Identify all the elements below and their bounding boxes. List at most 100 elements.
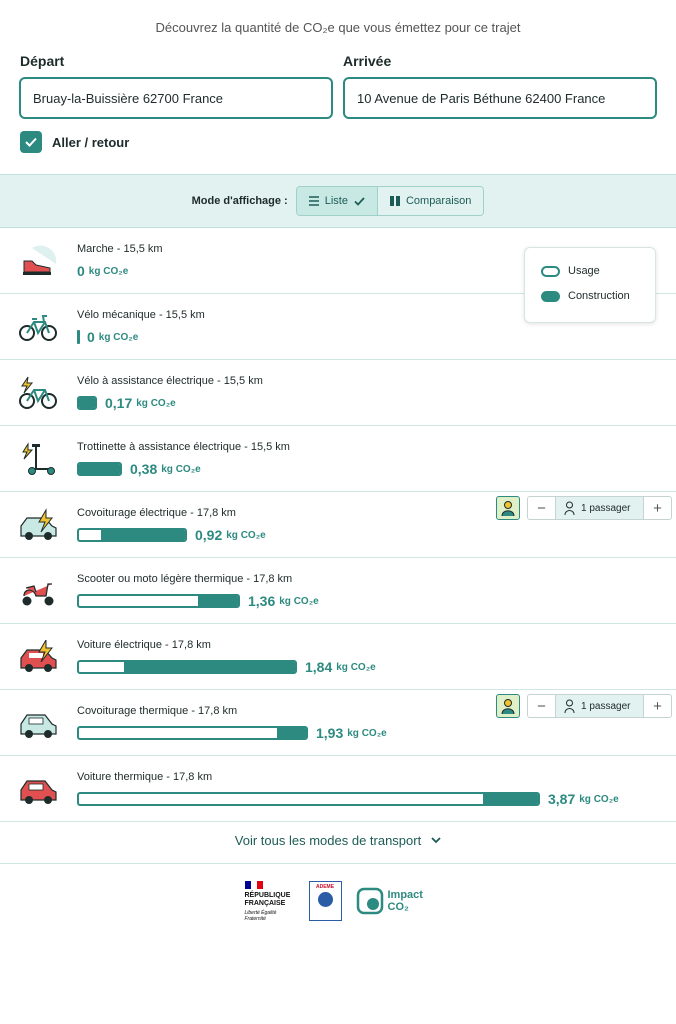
transport-mode-row: Voiture thermique - 17,8 km 3,87 kg CO₂e [0, 756, 676, 822]
electric-car-icon [18, 638, 58, 674]
passenger-selector: − 1 passager + [496, 496, 672, 520]
republique-motto: Liberté Égalité Fraternité [244, 909, 277, 922]
thermal-carpool-icon [18, 706, 58, 740]
decrease-passenger-button[interactable]: − [528, 695, 555, 717]
comparison-mode-button[interactable]: Comparaison [377, 187, 484, 215]
french-flag-icon [244, 880, 263, 889]
passenger-stepper: − 1 passager + [527, 694, 672, 718]
emission-bar [77, 726, 308, 740]
display-mode-label: Mode d'affichage : [191, 195, 288, 207]
emission-value: 0,38 [130, 461, 158, 477]
transport-mode-row: Voiture électrique - 17,8 km 1,84 kg CO₂e [0, 624, 676, 690]
emission-bar [77, 528, 187, 542]
list-mode-button[interactable]: Liste [296, 187, 378, 215]
legend-construction-label: Construction [568, 290, 630, 302]
emission-value: 1,84 [305, 659, 333, 675]
columns-icon [389, 196, 400, 206]
arrival-input[interactable]: 10 Avenue de Paris Béthune 62400 France [343, 77, 657, 119]
chart-legend: Usage Construction [524, 247, 656, 323]
transport-mode-row: Covoiturage électrique - 17,8 km 0,92 kg C… [0, 492, 676, 558]
electric-bicycle-icon [18, 376, 58, 410]
transport-mode-title: Vélo mécanique - 15,5 km [77, 309, 205, 321]
transport-mode-row: Trottinette à assistance électrique - 15… [0, 426, 676, 492]
emission-value: 0 [77, 263, 85, 279]
passenger-badge [496, 496, 520, 520]
transport-mode-title: Covoiturage thermique - 17,8 km [77, 705, 238, 717]
emission-unit: kg CO₂e [98, 331, 139, 343]
emission-bar [77, 660, 297, 674]
emission-bar-area: 0,38 kg CO₂e [77, 461, 201, 477]
construction-swatch [541, 290, 560, 302]
increase-passenger-button[interactable]: + [644, 497, 671, 519]
emission-value: 1,36 [248, 593, 276, 609]
round-trip-checkbox[interactable] [20, 131, 42, 153]
emission-bar-area: 0,17 kg CO₂e [77, 395, 176, 411]
construction-fill [124, 662, 295, 672]
emission-unit: kg CO₂e [336, 661, 376, 673]
round-trip-row[interactable]: Aller / retour [20, 131, 129, 153]
decrease-passenger-button[interactable]: − [528, 497, 555, 519]
ademe-label: ADEME [315, 884, 335, 890]
emission-bar-area: 1,84 kg CO₂e [77, 659, 376, 675]
passenger-icon [501, 501, 515, 516]
transport-mode-title: Voiture électrique - 17,8 km [77, 639, 211, 651]
transport-mode-title: Marche - 15,5 km [77, 243, 163, 255]
emission-value: 0,17 [105, 395, 133, 411]
transport-mode-row: Scooter ou moto légère thermique - 17,8 … [0, 558, 676, 624]
passenger-icon [501, 699, 515, 714]
emission-bar [77, 396, 97, 410]
impact-co2-logo: Impact CO₂ [356, 887, 432, 915]
passenger-count: 1 passager [555, 695, 644, 717]
legend-usage: Usage [541, 265, 600, 277]
emission-unit: kg CO₂e [579, 793, 619, 805]
construction-fill [198, 596, 238, 606]
construction-fill [79, 398, 95, 408]
chevron-down-icon [431, 837, 441, 844]
globe-icon [317, 892, 333, 907]
emission-unit: kg CO₂e [279, 595, 319, 607]
construction-fill [276, 728, 306, 738]
passenger-badge [496, 694, 520, 718]
emission-unit: kg CO₂e [136, 397, 176, 409]
list-icon [308, 196, 319, 206]
emission-bar-area: 0 kg CO₂e [77, 329, 138, 345]
passenger-count-label: 1 passager [581, 700, 631, 712]
passenger-count: 1 passager [555, 497, 644, 519]
construction-fill [482, 794, 538, 804]
passenger-stepper: − 1 passager + [527, 496, 672, 520]
transport-mode-row: Covoiturage thermique - 17,8 km 1,93 kg CO… [0, 690, 676, 756]
emission-bar-area: 3,87 kg CO₂e [77, 791, 619, 807]
transport-mode-row: Vélo à assistance électrique - 15,5 km 0,… [0, 360, 676, 426]
checkmark-icon [354, 196, 365, 206]
departure-input[interactable]: Bruay-la-Buissière 62700 France [19, 77, 333, 119]
emission-unit: kg CO₂e [161, 463, 201, 475]
ademe-logo: ADEME [308, 881, 342, 921]
transport-mode-title: Covoiturage électrique - 17,8 km [77, 507, 236, 519]
emission-bar [77, 462, 122, 476]
usage-swatch [541, 265, 560, 277]
departure-label: Départ [20, 53, 65, 69]
list-mode-label: Liste [324, 195, 348, 207]
emission-unit: kg CO₂e [226, 529, 266, 541]
increase-passenger-button[interactable]: + [644, 695, 671, 717]
passenger-count-label: 1 passager [581, 502, 631, 514]
emission-unit: kg CO₂e [347, 727, 387, 739]
shoe-icon [18, 244, 58, 278]
person-icon [564, 501, 575, 515]
display-mode-toggle: Liste Comparaison [295, 186, 485, 216]
intro-text: Découvrez la quantité de CO₂e que vous é… [155, 20, 521, 35]
see-all-modes-button[interactable]: Voir tous les modes de transport [0, 818, 676, 864]
transport-mode-title: Vélo à assistance électrique - 15,5 km [77, 375, 263, 387]
republique-francaise-logo: RÉPUBLIQUE FRANÇAISE Liberté Égalité Fra… [244, 880, 295, 922]
electric-carpool-icon [18, 508, 58, 542]
transport-mode-title: Voiture thermique - 17,8 km [77, 771, 213, 783]
arrival-label: Arrivée [343, 53, 392, 69]
round-trip-label: Aller / retour [52, 134, 130, 150]
see-all-modes-label: Voir tous les modes de transport [234, 833, 422, 848]
emission-bar-area: 0 kg CO₂e [77, 263, 128, 279]
footer-logos: RÉPUBLIQUE FRANÇAISE Liberté Égalité Fra… [0, 880, 676, 922]
electric-scooter-icon [18, 442, 58, 476]
impact-co2-label: Impact CO₂ [387, 889, 423, 913]
emission-value: 3,87 [548, 791, 576, 807]
transport-mode-title: Scooter ou moto légère thermique - 17,8 … [77, 573, 293, 585]
